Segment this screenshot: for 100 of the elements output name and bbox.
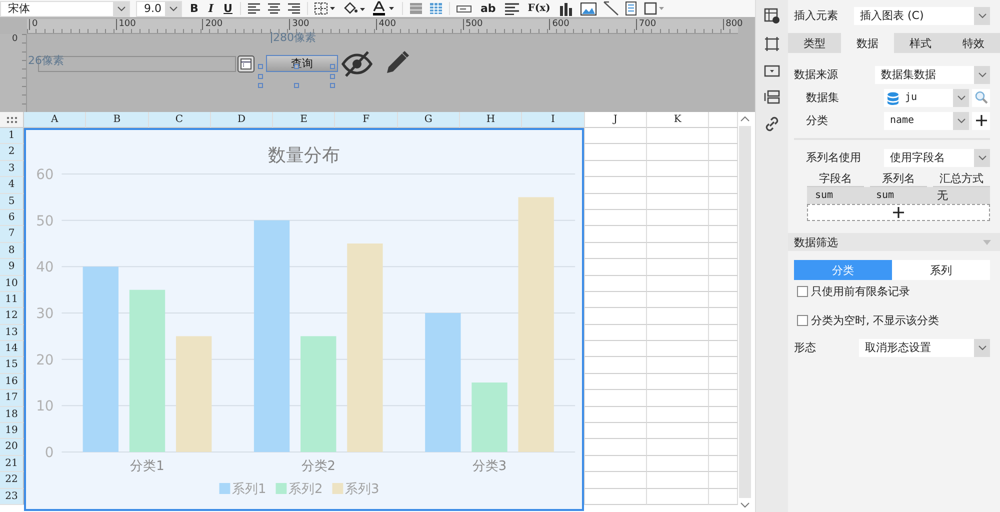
row-header[interactable]: 17 [0,390,24,407]
row-header[interactable]: 5 [0,194,24,210]
table-cell[interactable] [646,128,710,144]
row-header[interactable]: 13 [0,324,24,342]
column-header[interactable]: F [335,112,398,128]
table-cell[interactable] [646,423,710,440]
text-field-icon[interactable] [456,4,472,12]
bold-button[interactable]: B [188,2,200,16]
borders-icon[interactable] [314,2,336,15]
row-header[interactable]: 23 [0,488,24,505]
underline-button[interactable]: U [222,2,234,16]
row-header[interactable]: 7 [0,226,24,243]
bar[interactable] [254,220,290,452]
table-cell[interactable] [646,242,710,260]
bar[interactable] [472,382,508,452]
table-cell[interactable] [584,194,647,210]
frame-icon[interactable] [643,1,666,16]
table-cell[interactable] [646,341,710,358]
link-icon[interactable] [764,116,780,132]
fill-color-icon[interactable] [342,2,366,16]
bar-chart-icon[interactable] [558,2,574,16]
row-header[interactable]: 4 [0,177,24,194]
table-cell[interactable] [646,456,710,472]
row-header[interactable]: 19 [0,423,24,440]
scroll-down-icon[interactable] [740,502,750,508]
table-cell[interactable] [646,324,710,342]
image-icon[interactable] [580,2,598,16]
table-cell[interactable] [646,210,710,226]
table-cell[interactable] [646,439,710,456]
table-cell[interactable] [646,259,710,276]
table-cell[interactable] [584,488,647,505]
row-header[interactable]: 2 [0,144,24,161]
frame-icon[interactable] [764,36,780,52]
row-header[interactable]: 18 [0,406,24,424]
row-header[interactable]: 9 [0,259,24,276]
table-cell[interactable] [584,423,647,440]
row-header[interactable]: 14 [0,341,24,358]
resize-handle[interactable] [294,64,299,69]
column-header[interactable]: H [460,112,522,128]
checkbox[interactable] [797,286,808,296]
column-header[interactable]: D [210,112,274,128]
select-all-button[interactable] [0,112,24,128]
add-row-button[interactable] [807,204,990,221]
dropdown-box-icon[interactable] [764,64,780,78]
font-size-select[interactable]: 9.0 [136,0,182,16]
dataset-select[interactable]: ju [884,88,969,106]
row-header[interactable]: 16 [0,374,24,390]
section-header[interactable]: 数据筛选 [788,233,1000,251]
bar[interactable] [129,290,166,452]
row-header[interactable]: 8 [0,242,24,260]
table-cell[interactable] [584,341,647,358]
table-cell[interactable] [646,276,710,292]
column-header[interactable]: E [273,112,336,128]
row-header[interactable]: 22 [0,472,24,489]
table-cell[interactable] [646,488,710,505]
table-cell[interactable] [646,160,710,178]
add-button[interactable] [972,112,990,130]
panel-tab[interactable]: 类型 [788,33,841,53]
text-widget-button[interactable]: ab [478,2,498,16]
align-center-icon[interactable] [267,2,282,14]
scroll-up-icon[interactable] [740,116,750,122]
row-header[interactable]: 21 [0,456,24,472]
widget-settings-icon[interactable] [764,8,780,24]
row-header[interactable]: 3 [0,160,24,178]
formula-button[interactable]: F(x) [526,2,552,16]
series-name-select[interactable]: 使用字段名 [884,148,990,166]
insert-element-select[interactable]: 插入图表 (C) [854,6,990,24]
checkbox[interactable] [797,314,808,326]
table-cell[interactable] [646,308,710,325]
diagonal-line-icon[interactable] [603,1,620,16]
bar[interactable] [347,244,383,452]
column-header[interactable]: K [646,112,710,128]
row-header[interactable]: 15 [0,357,24,374]
table-cell[interactable] [646,144,710,161]
table-cell[interactable] [646,177,710,194]
eye-slash-icon[interactable] [341,51,373,77]
table-cell[interactable] [584,128,647,144]
bar[interactable] [425,313,461,452]
table-cell[interactable] [646,472,710,489]
row-header[interactable]: 20 [0,439,24,456]
bar[interactable] [518,197,554,452]
search-button[interactable] [972,88,990,106]
document-icon[interactable] [625,1,638,16]
row-header[interactable]: 10 [0,276,24,292]
resize-handle[interactable] [294,83,299,88]
table-cell[interactable] [646,194,710,210]
pencil-icon[interactable] [384,50,410,76]
filter-tab[interactable]: 系列 [892,260,990,280]
calendar-icon[interactable] [237,55,255,73]
table-cell[interactable] [646,390,710,407]
row-header[interactable]: 1 [0,128,24,144]
row-header[interactable]: 12 [0,308,24,325]
column-header[interactable]: J [584,112,647,128]
italic-button[interactable]: I [206,2,216,16]
bar[interactable] [82,266,118,452]
table-cell[interactable] [646,226,710,243]
paragraph-icon[interactable] [504,2,520,14]
font-color-icon[interactable] [372,1,396,16]
bar[interactable] [300,336,336,452]
table-cell[interactable] [646,357,710,374]
